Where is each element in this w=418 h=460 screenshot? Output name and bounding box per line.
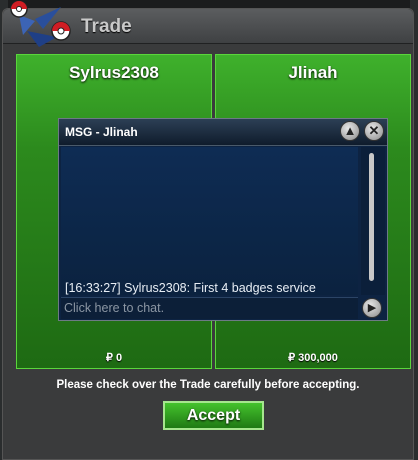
accept-button[interactable]: Accept (163, 401, 264, 430)
chat-input[interactable]: Click here to chat. (61, 297, 358, 319)
trader-name-partner: Jlinah (288, 63, 338, 82)
trade-money-self: ₽ 0 (105, 352, 123, 364)
window-title: Trade (81, 16, 132, 37)
chat-scrollbar[interactable] (361, 147, 385, 295)
trade-money-partner: ₽ 300,000 (288, 352, 338, 364)
pokeball-logo-icon (10, 1, 71, 47)
window-titlebar[interactable]: Trade (3, 1, 413, 47)
trade-instruction: Please check over the Trade carefully be… (56, 379, 360, 391)
send-arrow-icon[interactable]: ▶ (362, 298, 382, 318)
trader-name-self: Sylrus2308 (69, 63, 159, 82)
chat-titlebar[interactable]: MSG - Jlinah ▲ ✕ (59, 119, 387, 146)
close-icon[interactable]: ✕ (364, 121, 384, 141)
chat-title: MSG - Jlinah (65, 125, 138, 139)
chat-window: MSG - Jlinah ▲ ✕ [16:33:27] Sylrus2308: … (58, 118, 388, 321)
chat-message: [16:33:27] Sylrus2308: First 4 badges se… (65, 281, 316, 295)
trade-window: Trade Sylrus2308 ₽ 0 Jlinah ₽ 300,000 MS… (2, 1, 414, 460)
chevron-up-icon[interactable]: ▲ (340, 121, 360, 141)
chat-scroll-thumb[interactable] (369, 153, 374, 281)
chat-message-area: [16:33:27] Sylrus2308: First 4 badges se… (61, 147, 358, 295)
